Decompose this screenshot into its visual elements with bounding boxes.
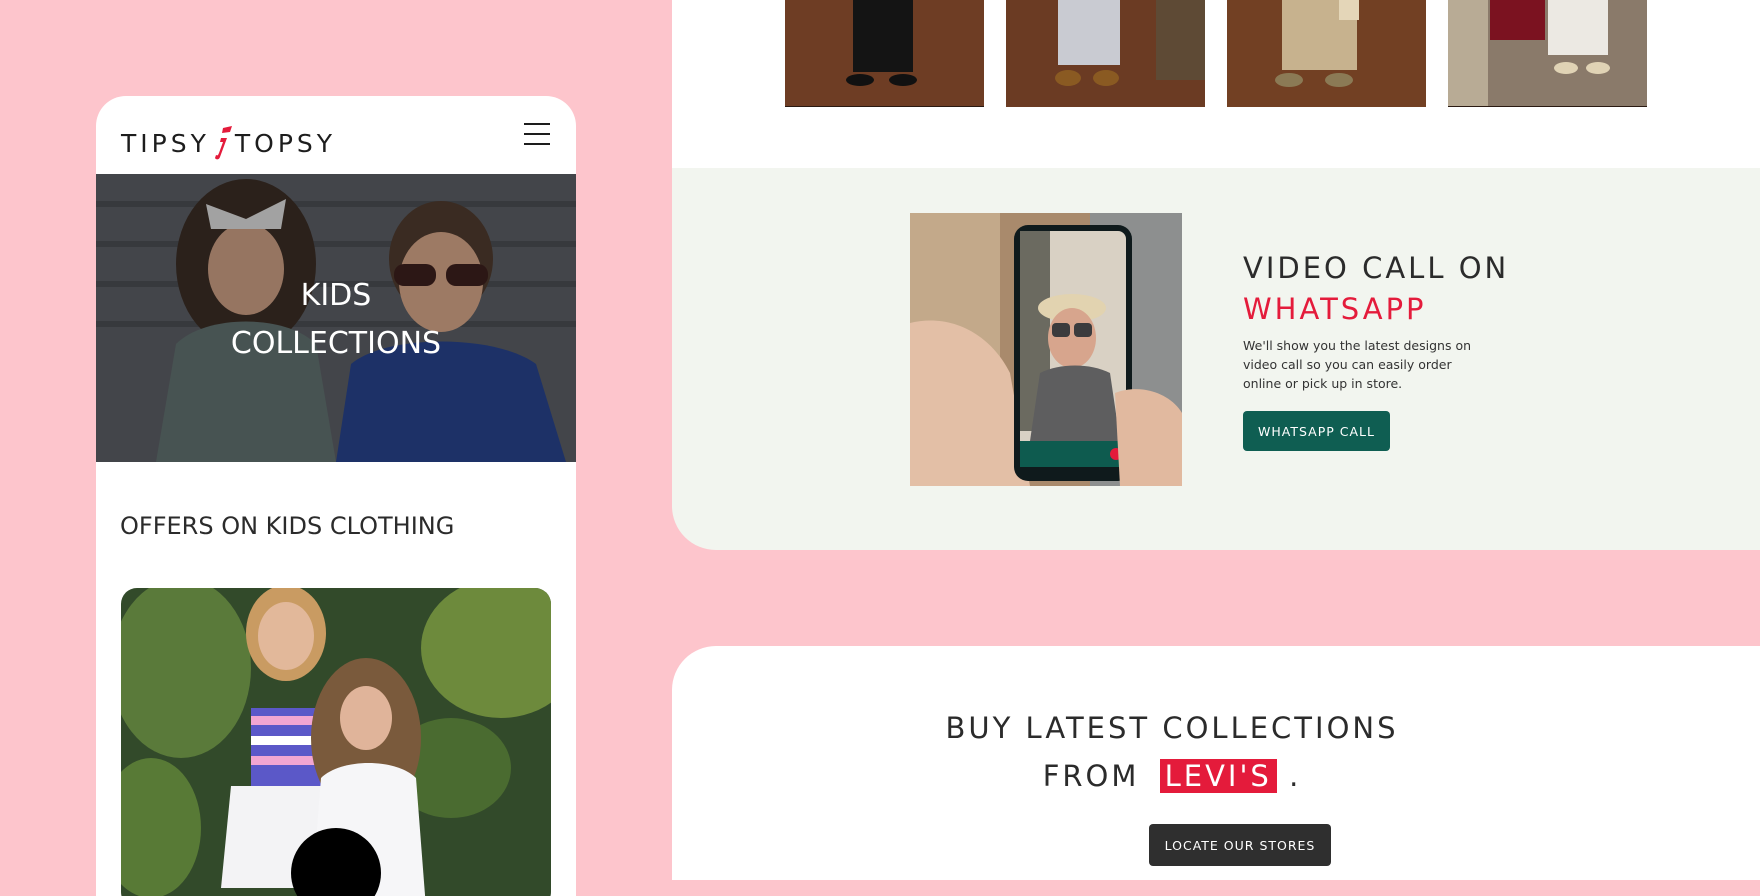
video-call-heading-highlight: WHATSAPP [1243, 292, 1427, 326]
mobile-header: TIPSY TOPSY [96, 96, 576, 174]
video-call-heading: VIDEO CALL ON WHATSAPP [1243, 248, 1509, 330]
kids-collections-banner[interactable]: KIDS COLLECTIONS [96, 174, 576, 462]
buy-collections-heading: BUY LATEST COLLECTIONS FROM LEVI'S . [672, 704, 1672, 800]
brand-highlight: LEVI'S [1159, 759, 1277, 793]
video-call-image [910, 213, 1182, 486]
offer-card[interactable] [121, 588, 551, 896]
menu-icon[interactable] [524, 123, 550, 145]
product-thumbnail[interactable] [1006, 0, 1205, 107]
hero-title-line1: KIDS [300, 278, 372, 313]
logo-text-left: TIPSY [121, 129, 210, 158]
offers-heading: OFFERS ON KIDS CLOTHING [120, 512, 455, 540]
brand-logo[interactable]: TIPSY TOPSY [121, 122, 337, 160]
logo-mark-icon [210, 124, 234, 160]
product-thumbnail[interactable] [1227, 0, 1426, 107]
locate-stores-button[interactable]: LOCATE OUR STORES [1149, 824, 1331, 866]
video-call-description: We'll show you the latest designs on vid… [1243, 338, 1472, 391]
product-thumbnail[interactable] [785, 0, 984, 107]
logo-text-right: TOPSY [234, 129, 337, 158]
video-call-section: VIDEO CALL ON WHATSAPP We'll show you th… [672, 168, 1760, 550]
video-call-heading-line1: VIDEO CALL ON [1243, 251, 1510, 285]
mobile-preview: TIPSY TOPSY KIDS COLLECTIONS OFFERS ON K… [96, 96, 576, 896]
buy-collections-section: BUY LATEST COLLECTIONS FROM LEVI'S . LOC… [672, 646, 1760, 880]
buy-heading-line2-prefix: FROM [1042, 759, 1140, 793]
buy-heading-line2-suffix: . [1289, 759, 1302, 793]
product-thumbnail-strip [672, 0, 1760, 168]
whatsapp-call-button[interactable]: WHATSAPP CALL [1243, 411, 1390, 451]
product-thumbnail[interactable] [1448, 0, 1647, 107]
buy-heading-line1: BUY LATEST COLLECTIONS [945, 711, 1399, 745]
kids-offer-image [121, 588, 551, 896]
hero-title: KIDS COLLECTIONS [96, 272, 576, 368]
hero-title-line2: COLLECTIONS [230, 326, 442, 361]
